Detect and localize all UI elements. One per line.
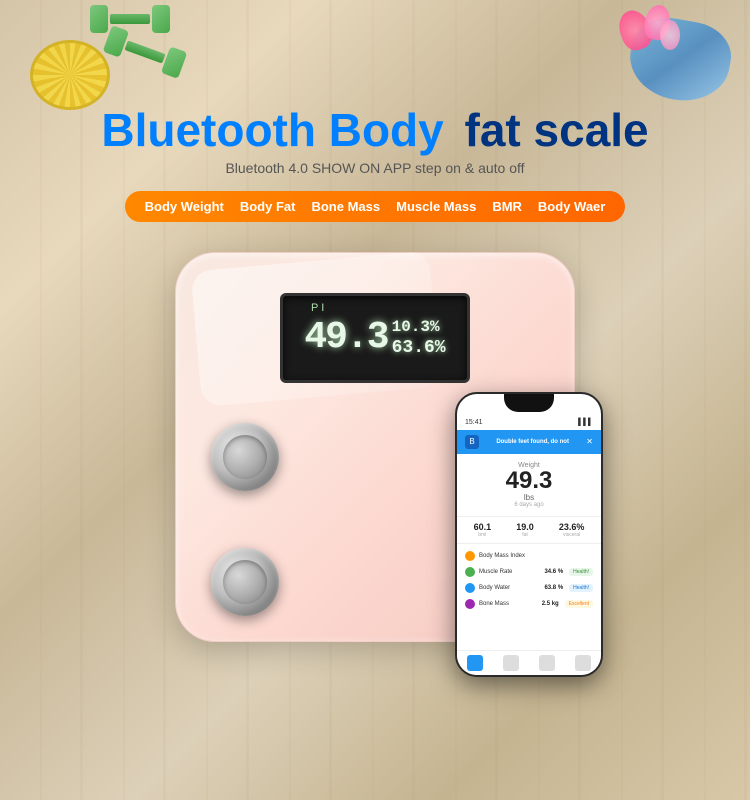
phone-time: 15:41 (465, 419, 483, 426)
phone-weight-display: Weight 49.3 lbs 6 days ago (457, 454, 601, 512)
phone-weight-value: 49.3 (457, 469, 601, 493)
phone-nav-settings[interactable] (575, 655, 591, 671)
phone-stat-2: 23.6% visceral (559, 522, 585, 538)
lcd-display: P I 49.3 10.3% 63.6% (280, 293, 470, 383)
phone-date: 6 days ago (457, 502, 601, 508)
feature-muscle-mass[interactable]: Muscle Mass (396, 199, 476, 214)
phone-screen: 15:41 ▌▌▌ B Double feet found, do not ✕ … (457, 394, 601, 675)
phone-app-header: B Double feet found, do not ✕ (457, 430, 601, 454)
lcd-top-value: 10.3% (392, 318, 446, 336)
phone-metric-muscle: Muscle Rate 34.6 % Health! (457, 564, 601, 580)
title-fatscale: fat scale (465, 104, 649, 156)
phone-metric-bmi: Body Mass Index (457, 548, 601, 564)
phone-nav-chart[interactable] (503, 655, 519, 671)
feature-body-fat[interactable]: Body Fat (240, 199, 296, 214)
feature-body-waer[interactable]: Body Waer (538, 199, 605, 214)
phone-metric-bone: Bone Mass 2.5 kg Excellent (457, 596, 601, 612)
features-bar: Body Weight Body Fat Bone Mass Muscle Ma… (0, 191, 750, 222)
feature-bmr[interactable]: BMR (492, 199, 522, 214)
phone-container: 15:41 ▌▌▌ B Double feet found, do not ✕ … (455, 392, 605, 682)
phone-stats-row: 60.1 bmi 19.0 fat 23.6% visceral (457, 516, 601, 544)
phone-stat-0: 60.1 bmi (474, 522, 492, 538)
phone-nav-user[interactable] (539, 655, 555, 671)
phone-notch (504, 394, 554, 412)
phone-app-message: Double feet found, do not (496, 439, 569, 445)
phone-bottom-nav[interactable] (457, 650, 601, 675)
foot-bottom-left (211, 548, 279, 616)
subtitle: Bluetooth 4.0 SHOW ON APP step on & auto… (0, 160, 750, 176)
lcd-main-value: 49.3 (304, 316, 387, 359)
phone-nav-home[interactable] (467, 655, 483, 671)
phone-metric-water: Body Water 63.8 % Health! (457, 580, 601, 596)
phone-status-bar: 15:41 ▌▌▌ (457, 416, 601, 430)
feature-body-weight[interactable]: Body Weight (145, 199, 224, 214)
feature-bone-mass[interactable]: Bone Mass (311, 199, 380, 214)
main-area: P I 49.3 10.3% 63.6% (20, 232, 730, 662)
phone-body: 15:41 ▌▌▌ B Double feet found, do not ✕ … (455, 392, 603, 677)
phone-weight-unit: lbs (457, 493, 601, 502)
lcd-bottom-value: 63.6% (392, 338, 446, 358)
lcd-label-pi: P I (311, 302, 324, 314)
phone-signal: ▌▌▌ (578, 419, 593, 426)
flower-decoration (600, 0, 700, 80)
foot-top-left (211, 423, 279, 491)
scale-container: P I 49.3 10.3% 63.6% (155, 242, 595, 662)
dumbbell-decoration (90, 5, 185, 66)
title-bluetooth: Bluetooth Body (101, 104, 443, 156)
phone-stat-1: 19.0 fat (516, 522, 534, 538)
